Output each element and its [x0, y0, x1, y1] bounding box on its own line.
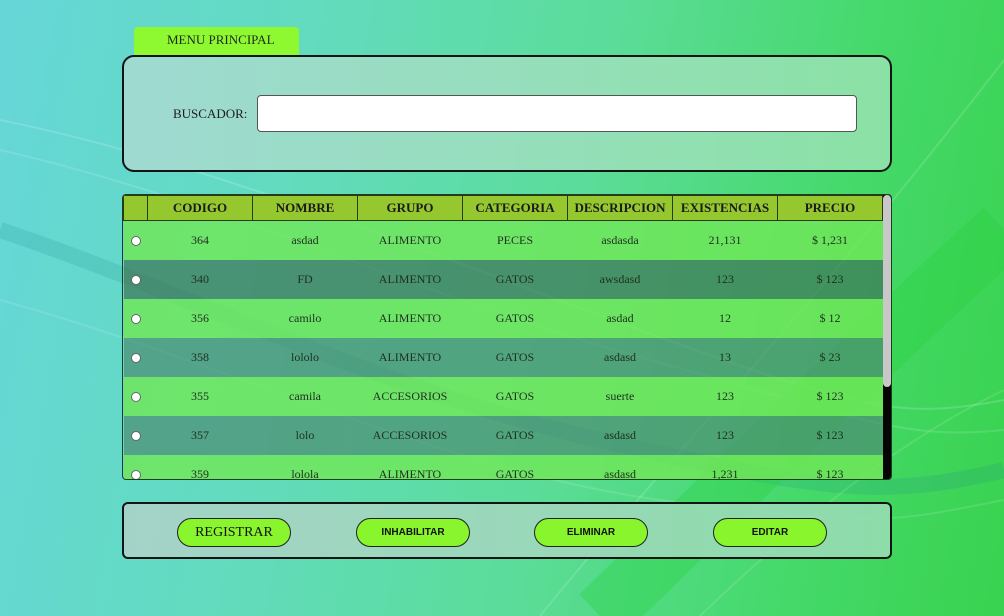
- table-row[interactable]: 359 lolola ALIMENTO GATOS asdasd 1,231 $…: [123, 455, 883, 479]
- table-row[interactable]: 340 FD ALIMENTO GATOS awsdasd 123 $ 123: [123, 260, 883, 299]
- cell-grupo: ACCESORIOS: [357, 377, 463, 416]
- cell-descripcion: suerte: [567, 377, 673, 416]
- cell-nombre: lololo: [252, 338, 358, 377]
- cell-existencias: 13: [672, 338, 778, 377]
- table-row[interactable]: 356 camilo ALIMENTO GATOS asdad 12 $ 12: [123, 299, 883, 338]
- cell-codigo: 355: [147, 377, 253, 416]
- row-select-cell: [123, 260, 148, 299]
- scrollbar-thumb[interactable]: [883, 195, 891, 387]
- cell-precio: $ 123: [777, 260, 883, 299]
- cell-grupo: ALIMENTO: [357, 220, 463, 260]
- cell-descripcion: asdad: [567, 299, 673, 338]
- table-header-row: CODIGO NOMBRE GRUPO CATEGORIA DESCRIPCIO…: [123, 195, 883, 221]
- cell-existencias: 1,231: [672, 455, 778, 479]
- row-select-radio[interactable]: [130, 314, 141, 325]
- editar-button[interactable]: EDITAR: [713, 518, 827, 547]
- actions-panel: REGISTRAR INHABILITAR ELIMINAR EDITAR: [122, 502, 892, 559]
- cell-precio: $ 123: [777, 377, 883, 416]
- cell-categoria: GATOS: [462, 299, 568, 338]
- cell-precio: $ 123: [777, 455, 883, 479]
- table-scroll-area: CODIGO NOMBRE GRUPO CATEGORIA DESCRIPCIO…: [123, 195, 883, 479]
- cell-codigo: 358: [147, 338, 253, 377]
- search-input[interactable]: [257, 95, 857, 132]
- cell-nombre: lolola: [252, 455, 358, 479]
- table-row[interactable]: 358 lololo ALIMENTO GATOS asdasd 13 $ 23: [123, 338, 883, 377]
- table-row[interactable]: 357 lolo ACCESORIOS GATOS asdasd 123 $ 1…: [123, 416, 883, 455]
- row-select-cell: [123, 455, 148, 479]
- search-panel: BUSCADOR:: [122, 55, 892, 172]
- row-select-radio[interactable]: [130, 392, 141, 403]
- cell-grupo: ACCESORIOS: [357, 416, 463, 455]
- cell-categoria: GATOS: [462, 377, 568, 416]
- row-select-cell: [123, 416, 148, 455]
- cell-codigo: 340: [147, 260, 253, 299]
- cell-categoria: PECES: [462, 220, 568, 260]
- cell-categoria: GATOS: [462, 338, 568, 377]
- cell-codigo: 357: [147, 416, 253, 455]
- row-select-radio[interactable]: [130, 470, 141, 479]
- column-header-categoria: CATEGORIA: [462, 195, 568, 221]
- cell-descripcion: asdasd: [567, 416, 673, 455]
- table-row[interactable]: 364 asdad ALIMENTO PECES asdasda 21,131 …: [123, 220, 883, 260]
- cell-nombre: FD: [252, 260, 358, 299]
- cell-existencias: 123: [672, 416, 778, 455]
- column-header-codigo: CODIGO: [147, 195, 253, 221]
- cell-nombre: lolo: [252, 416, 358, 455]
- cell-precio: $ 1,231: [777, 220, 883, 260]
- row-select-cell: [123, 220, 148, 260]
- cell-nombre: camilo: [252, 299, 358, 338]
- row-select-radio[interactable]: [130, 236, 141, 247]
- column-header-descripcion: DESCRIPCION: [567, 195, 673, 221]
- cell-grupo: ALIMENTO: [357, 299, 463, 338]
- cell-existencias: 12: [672, 299, 778, 338]
- cell-descripcion: asdasd: [567, 455, 673, 479]
- row-select-cell: [123, 338, 148, 377]
- registrar-button[interactable]: REGISTRAR: [177, 518, 291, 547]
- cell-codigo: 359: [147, 455, 253, 479]
- row-select-radio[interactable]: [130, 353, 141, 364]
- column-header-precio: PRECIO: [777, 195, 883, 221]
- cell-grupo: ALIMENTO: [357, 338, 463, 377]
- cell-codigo: 364: [147, 220, 253, 260]
- cell-precio: $ 12: [777, 299, 883, 338]
- cell-existencias: 21,131: [672, 220, 778, 260]
- row-select-radio[interactable]: [130, 275, 141, 286]
- inhabilitar-button[interactable]: INHABILITAR: [356, 518, 470, 547]
- cell-nombre: asdad: [252, 220, 358, 260]
- table-row[interactable]: 355 camila ACCESORIOS GATOS suerte 123 $…: [123, 377, 883, 416]
- cell-existencias: 123: [672, 260, 778, 299]
- column-header-existencias: EXISTENCIAS: [672, 195, 778, 221]
- cell-codigo: 356: [147, 299, 253, 338]
- cell-nombre: camila: [252, 377, 358, 416]
- cell-precio: $ 23: [777, 338, 883, 377]
- cell-precio: $ 123: [777, 416, 883, 455]
- search-label: BUSCADOR:: [173, 106, 248, 121]
- cell-categoria: GATOS: [462, 260, 568, 299]
- tab-menu-principal[interactable]: MENU PRINCIPAL: [134, 27, 299, 57]
- column-header-nombre: NOMBRE: [252, 195, 358, 221]
- column-header-select: [123, 195, 148, 221]
- cell-existencias: 123: [672, 377, 778, 416]
- row-select-cell: [123, 299, 148, 338]
- column-header-grupo: GRUPO: [357, 195, 463, 221]
- cell-categoria: GATOS: [462, 416, 568, 455]
- cell-grupo: ALIMENTO: [357, 455, 463, 479]
- cell-descripcion: awsdasd: [567, 260, 673, 299]
- eliminar-button[interactable]: ELIMINAR: [534, 518, 648, 547]
- products-table-panel: CODIGO NOMBRE GRUPO CATEGORIA DESCRIPCIO…: [122, 194, 892, 480]
- cell-descripcion: asdasd: [567, 338, 673, 377]
- row-select-radio[interactable]: [130, 431, 141, 442]
- table-scrollbar[interactable]: [883, 195, 891, 479]
- cell-descripcion: asdasda: [567, 220, 673, 260]
- row-select-cell: [123, 377, 148, 416]
- cell-categoria: GATOS: [462, 455, 568, 479]
- products-table: CODIGO NOMBRE GRUPO CATEGORIA DESCRIPCIO…: [123, 195, 883, 479]
- cell-grupo: ALIMENTO: [357, 260, 463, 299]
